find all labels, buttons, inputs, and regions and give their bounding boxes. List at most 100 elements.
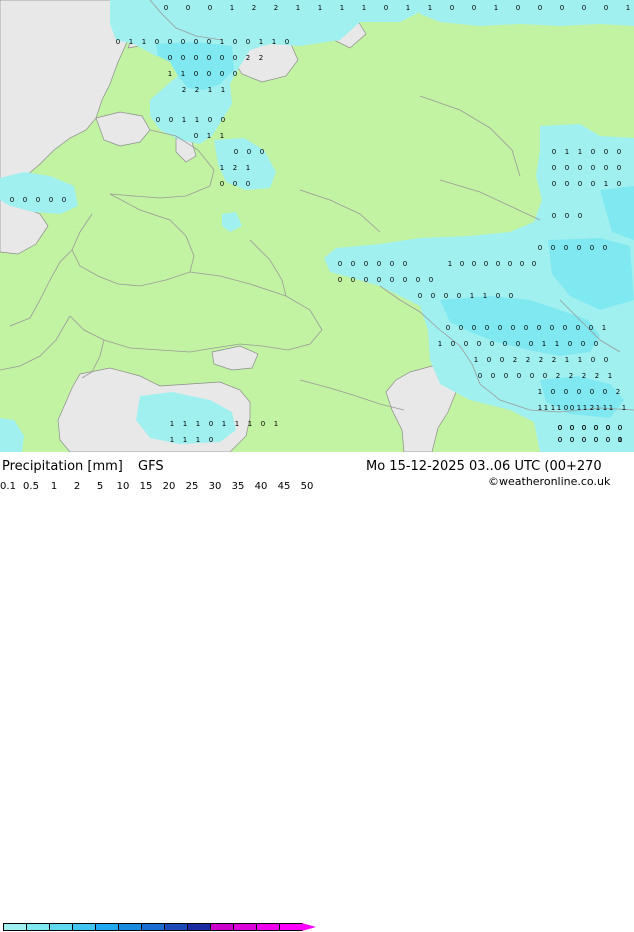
precip-value-label: 1: [538, 388, 542, 396]
precip-value-label: 0: [496, 292, 500, 300]
scale-tick-label: 2: [73, 481, 81, 492]
precip-value-label: 0: [551, 244, 555, 252]
scale-swatch: [49, 923, 73, 931]
precip-value-label: 0: [582, 436, 586, 444]
precip-value-label: 0: [390, 260, 394, 268]
precip-value-label: 0: [169, 116, 173, 124]
precip-value-label: 1: [208, 86, 212, 94]
precip-value-label: 0: [477, 340, 481, 348]
precip-value-label: 0: [591, 180, 595, 188]
precip-value-label: 2: [539, 356, 543, 364]
precip-value-label: 0: [390, 276, 394, 284]
precip-value-label: 1: [246, 164, 250, 172]
precip-value-label: 0: [591, 148, 595, 156]
precip-color-scale: [3, 923, 328, 932]
precip-value-label: 0: [418, 292, 422, 300]
precip-value-label: 1: [494, 4, 498, 12]
precip-value-label: 0: [186, 4, 190, 12]
precip-value-label: 1: [183, 420, 187, 428]
scale-swatch: [187, 923, 211, 931]
precip-value-label: 0: [416, 276, 420, 284]
precip-value-label: 0: [208, 4, 212, 12]
precip-value-label: 0: [603, 388, 607, 396]
precip-value-label: 1: [340, 4, 344, 12]
precip-value-label: 2: [569, 372, 573, 380]
precip-value-label: 0: [10, 196, 14, 204]
precip-value-label: 0: [524, 324, 528, 332]
precip-value-label: 0: [532, 260, 536, 268]
precip-value-label: 1: [448, 260, 452, 268]
precip-value-label: 0: [604, 4, 608, 12]
scale-swatch: [118, 923, 142, 931]
precip-value-label: 0: [606, 424, 610, 432]
precip-value-label: 0: [207, 54, 211, 62]
precip-value-label: 0: [490, 340, 494, 348]
precip-value-label: 1: [565, 148, 569, 156]
precip-value-label: 0: [472, 4, 476, 12]
precip-value-label: 0: [484, 260, 488, 268]
precip-value-label: 0: [570, 424, 574, 432]
precip-value-label: 0: [155, 38, 159, 46]
precip-value-label: 2: [274, 4, 278, 12]
scale-swatch: [141, 923, 165, 931]
precip-value-label: 0: [261, 420, 265, 428]
precip-value-label: 1: [544, 404, 548, 412]
precip-value-label: 0: [36, 196, 40, 204]
precip-value-label: 2: [556, 372, 560, 380]
precip-value-label: 1: [622, 404, 626, 412]
precip-value-label: 2: [595, 372, 599, 380]
precip-value-label: 2: [259, 54, 263, 62]
precip-value-label: 1: [230, 4, 234, 12]
precip-value-label: 0: [511, 324, 515, 332]
scale-tick-label: 15: [139, 481, 153, 492]
precip-value-label: 2: [526, 356, 530, 364]
precip-value-label: 0: [62, 196, 66, 204]
precip-value-label: 1: [603, 404, 607, 412]
precip-value-label: 0: [233, 38, 237, 46]
scale-swatch: [26, 923, 50, 931]
precip-value-label: 1: [428, 4, 432, 12]
map-footer: Precipitation [mm] GFS Mo 15-12-2025 03.…: [0, 452, 634, 931]
precip-value-label: 0: [576, 324, 580, 332]
precip-value-label: 0: [590, 388, 594, 396]
precip-value-label: 1: [196, 436, 200, 444]
precip-value-label: 2: [513, 356, 517, 364]
precip-value-label: 0: [558, 424, 562, 432]
precip-value-label: 0: [617, 180, 621, 188]
scale-tick-label: 50: [300, 481, 314, 492]
precipitation-map: 0001221111011001000001011000001001100000…: [0, 0, 634, 452]
precip-value-label: 2: [590, 404, 594, 412]
precip-value-label: 0: [581, 340, 585, 348]
precip-value-label: 0: [384, 4, 388, 12]
precip-value-label: 0: [591, 164, 595, 172]
precip-value-label: 0: [181, 38, 185, 46]
precip-value-label: 1: [577, 404, 581, 412]
precip-value-label: 1: [362, 4, 366, 12]
precip-value-label: 1: [129, 38, 133, 46]
precip-value-label: 0: [221, 116, 225, 124]
precip-value-label: 0: [168, 38, 172, 46]
precip-value-label: 1: [142, 38, 146, 46]
precip-value-label: 0: [487, 356, 491, 364]
precip-value-label: 0: [552, 164, 556, 172]
precip-value-label: 1: [196, 420, 200, 428]
map-canvas: 0 0 0 1 2 2 1 1 1 1 0 1 1 0 0 1 0 0 0 0 0 10 1 1 0 0 0 0 0 1 0 0 1 1 00 0 0 0…: [0, 0, 634, 452]
precip-value-label: 2: [246, 54, 250, 62]
scale-swatch: [72, 923, 96, 931]
precip-value-label: 0: [364, 260, 368, 268]
precip-value-label: 0: [538, 244, 542, 252]
scale-tick-label: 25: [185, 481, 199, 492]
precip-value-label: 0: [246, 38, 250, 46]
precip-value-label: 0: [604, 164, 608, 172]
precip-value-label: 1: [235, 420, 239, 428]
precip-value-label: 0: [537, 324, 541, 332]
precip-value-label: 2: [182, 86, 186, 94]
precip-value-label: 0: [194, 54, 198, 62]
precip-value-label: 1: [207, 132, 211, 140]
precip-value-label: 0: [565, 180, 569, 188]
precip-value-label: 1: [557, 404, 561, 412]
precip-value-label: 0: [577, 244, 581, 252]
precip-value-label: 0: [560, 4, 564, 12]
scale-tick-label: 20: [162, 481, 176, 492]
precip-value-label: 0: [589, 324, 593, 332]
